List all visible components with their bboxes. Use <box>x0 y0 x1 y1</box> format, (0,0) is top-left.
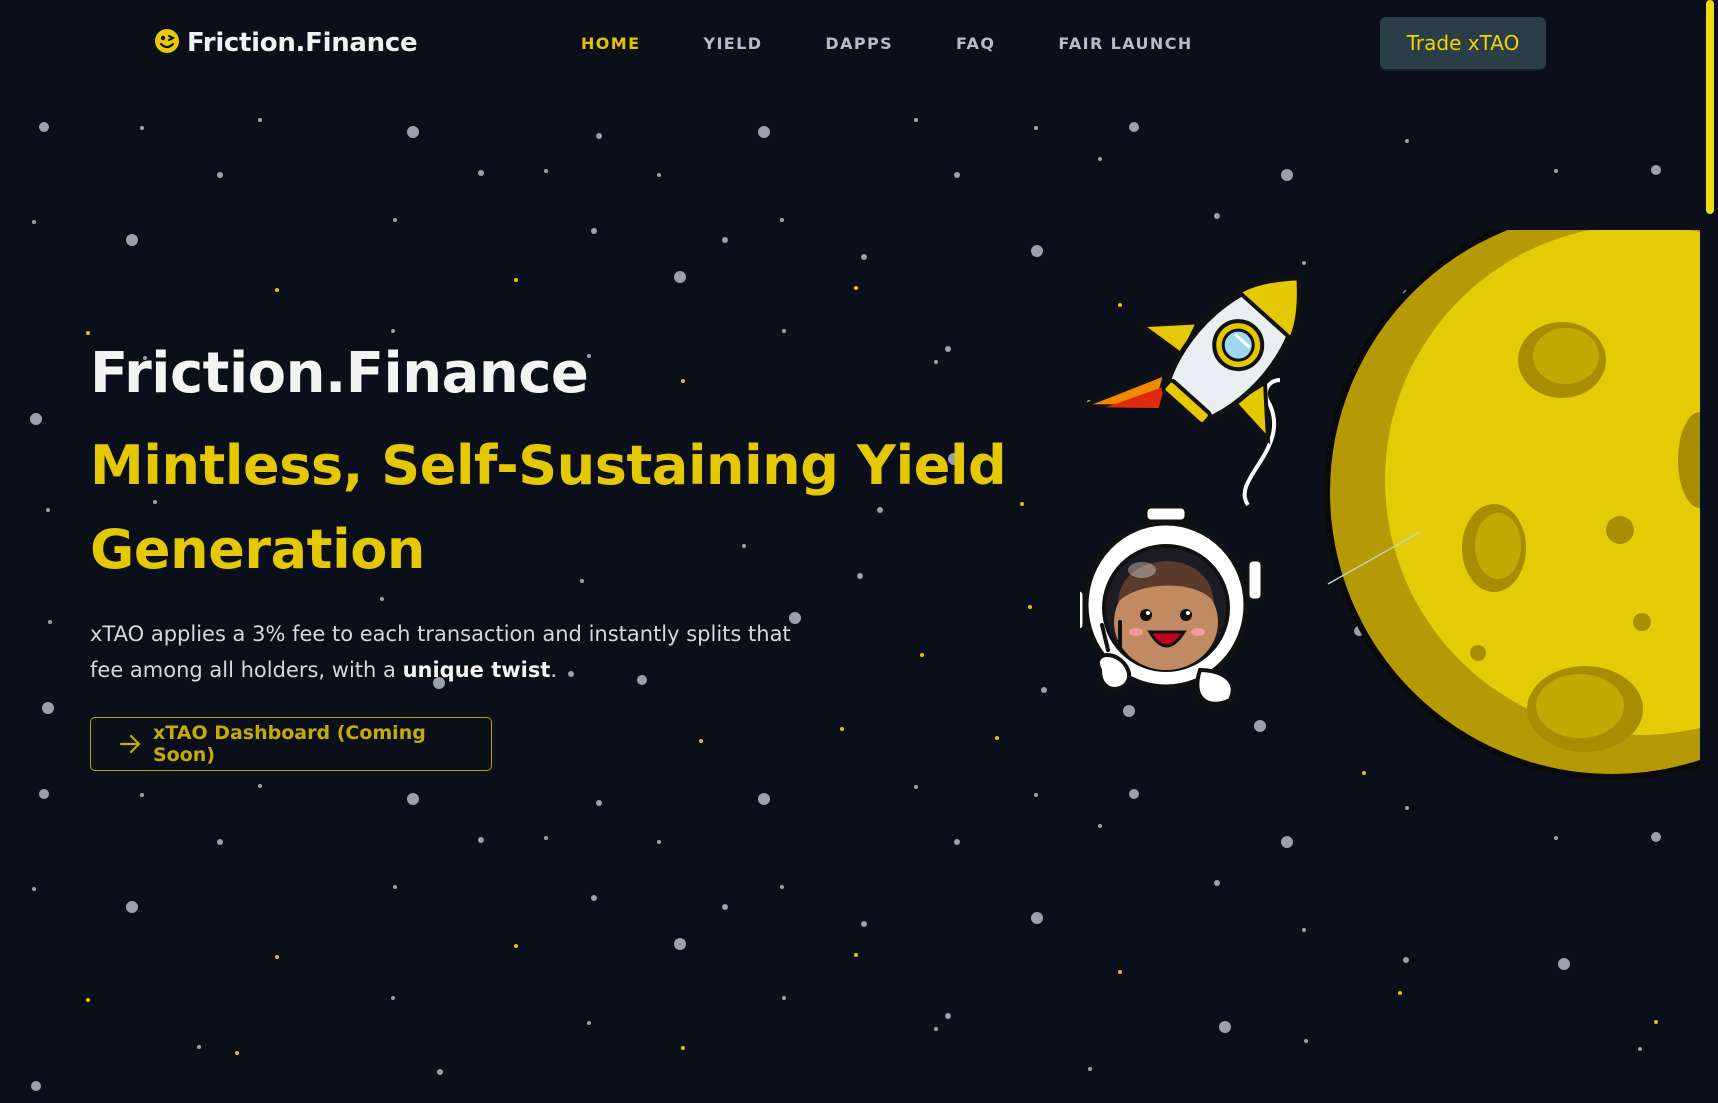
logo-text: Friction.Finance <box>187 28 418 58</box>
hero-description: xTAO applies a 3% fee to each transactio… <box>90 616 830 688</box>
hero-description-highlight: unique twist <box>402 658 551 682</box>
nav-link-fair-launch[interactable]: FAIR LAUNCH <box>1058 34 1192 53</box>
hero-subtitle: Mintless, Self-Sustaining Yield Generati… <box>90 434 1007 581</box>
dashboard-button[interactable]: xTAO Dashboard (Coming Soon) <box>90 717 492 771</box>
hero-description-end: . <box>550 658 558 682</box>
astronaut-illustration <box>1080 505 1264 706</box>
nav-link-dapps[interactable]: DAPPS <box>825 34 893 53</box>
page-scrollbar[interactable] <box>1700 0 1718 1103</box>
scrollbar-thumb[interactable] <box>1706 0 1714 214</box>
hero-title: Friction.Finance <box>90 341 589 406</box>
rocket-illustration <box>1081 275 1302 445</box>
trade-xtao-button[interactable]: Trade xTAO <box>1380 17 1546 69</box>
nav-links: HOME YIELD DAPPS FAQ FAIR LAUNCH <box>581 34 1256 53</box>
logo-link[interactable]: Friction.Finance <box>154 28 418 58</box>
top-navbar: Friction.Finance HOME YIELD DAPPS FAQ FA… <box>0 0 1700 88</box>
nav-link-yield[interactable]: YIELD <box>703 34 762 53</box>
smiley-coin-icon <box>154 28 180 58</box>
hero-section: Friction.Finance Mintless, Self-Sustaini… <box>90 338 1010 771</box>
nav-link-home[interactable]: HOME <box>581 34 640 53</box>
moon-illustration <box>1324 230 1700 780</box>
dashboard-button-label: xTAO Dashboard (Coming Soon) <box>153 722 426 766</box>
nav-link-faq[interactable]: FAQ <box>956 34 995 53</box>
arrow-right-icon <box>119 734 143 754</box>
hero-illustration <box>1080 230 1700 780</box>
